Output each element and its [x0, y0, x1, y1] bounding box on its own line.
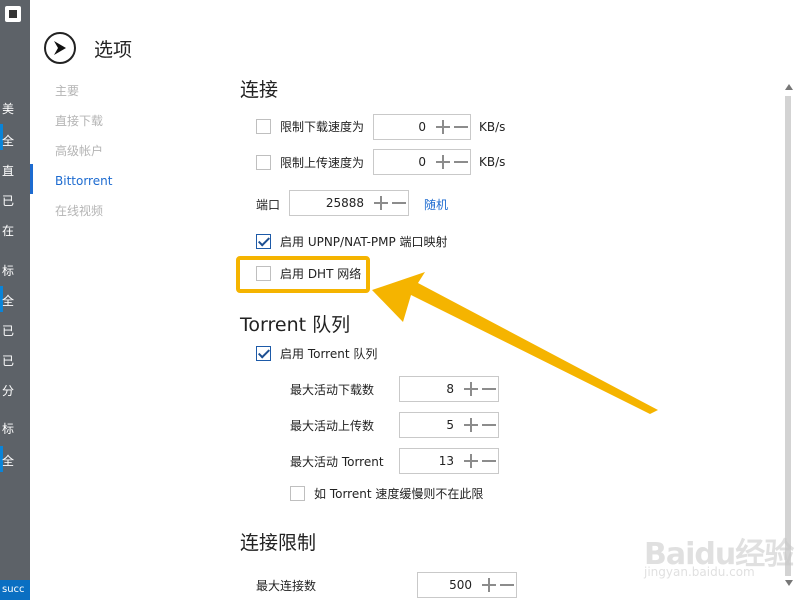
bg-text: 直 — [2, 164, 15, 178]
bg-text: 标 — [2, 264, 15, 278]
background-app: 美 全 直 已 在 标 全 已 已 分 标 全 succ — [0, 0, 34, 600]
bg-text: 美 — [2, 102, 15, 116]
bg-text: 全 — [2, 294, 15, 308]
bg-text: 全 — [2, 134, 15, 148]
baidu-watermark: Baidu经验 jingyan.baidu.com — [644, 515, 794, 585]
options-dialog: 选项 主要 直接下载 高级帐户 Bittorrent 在线视频 连接 限制下载速… — [30, 0, 800, 600]
bg-text: 全 — [2, 454, 15, 468]
bg-text: 标 — [2, 422, 15, 436]
watermark-sub: jingyan.baidu.com — [644, 565, 755, 579]
scrollbar[interactable] — [782, 84, 796, 586]
app-logo-icon — [5, 6, 21, 22]
status-bar: succ — [0, 580, 34, 600]
bg-text: 已 — [2, 354, 15, 368]
scrollbar-thumb[interactable] — [785, 96, 791, 576]
scroll-up-icon[interactable] — [785, 84, 793, 90]
bg-text: 在 — [2, 224, 15, 238]
annotation-arrow-icon — [372, 272, 658, 414]
bg-text: 已 — [2, 324, 15, 338]
bg-text: 分 — [2, 384, 15, 398]
bg-text: 已 — [2, 194, 15, 208]
